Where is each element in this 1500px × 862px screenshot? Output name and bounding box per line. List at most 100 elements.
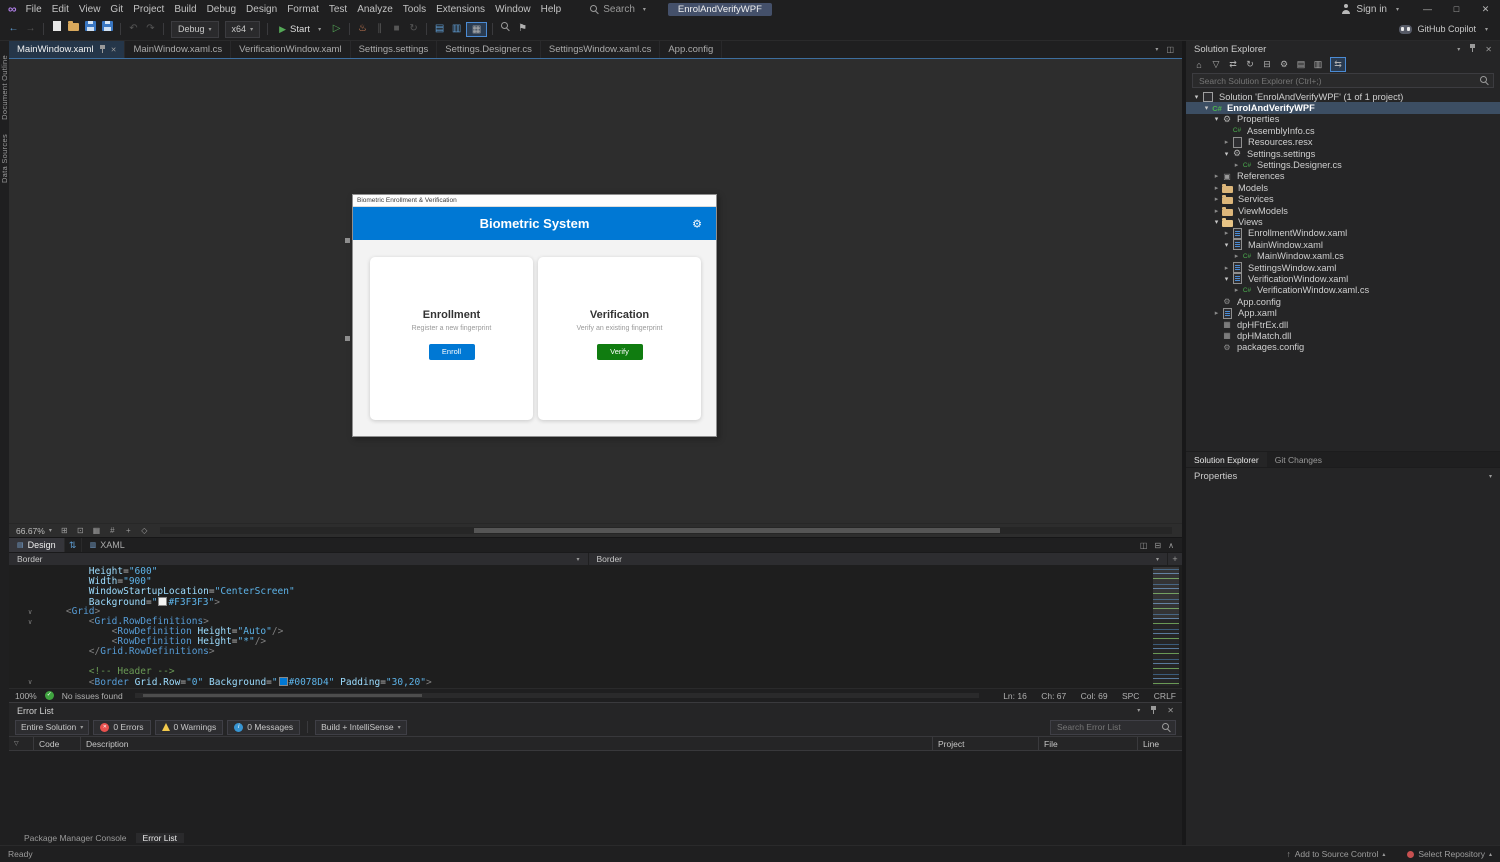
designer-zoom-dropdown[interactable]: 66.67% ▾ — [13, 526, 55, 536]
breadcrumb-right[interactable]: Border ▾ — [589, 553, 1168, 565]
swap-panes-icon[interactable]: ⇅ — [63, 538, 82, 552]
expand-arrow-icon[interactable] — [1222, 275, 1231, 283]
menu-tools[interactable]: Tools — [398, 4, 431, 15]
live-property-explorer-icon[interactable]: ▥ — [449, 21, 464, 37]
save-icon[interactable] — [83, 21, 98, 37]
intellisense-filter-dropdown[interactable]: Build + IntelliSense ▾ — [315, 719, 407, 735]
live-visual-tree-icon[interactable]: ▤ — [432, 21, 447, 37]
menu-file[interactable]: File — [21, 4, 47, 15]
tree-item-properties[interactable]: Properties — [1186, 114, 1500, 125]
menu-project[interactable]: Project — [128, 4, 169, 15]
wpf-window-preview[interactable]: Biometric Enrollment & Verification Biom… — [352, 194, 717, 437]
search-control[interactable]: Search ▾ — [584, 2, 652, 16]
tree-item-dphmatch-dll[interactable]: dpHMatch.dll — [1186, 330, 1500, 341]
tree-item-services[interactable]: Services — [1186, 194, 1500, 205]
git-changes-tab[interactable]: Git Changes — [1267, 452, 1330, 467]
snap-to-grid-icon[interactable]: # — [106, 526, 119, 535]
menu-analyze[interactable]: Analyze — [352, 4, 398, 15]
start-debugging-button[interactable]: ▶ Start ▾ — [273, 24, 327, 35]
expand-arrow-icon[interactable] — [1212, 195, 1221, 203]
doc-tab-mainwindow-xaml[interactable]: MainWindow.xaml ✕ — [9, 41, 126, 58]
close-icon[interactable]: ✕ — [1167, 706, 1174, 715]
pin-icon[interactable] — [1469, 43, 1476, 55]
sign-in-button[interactable]: Sign in ▾ — [1341, 4, 1399, 15]
float-tab-icon[interactable]: ◫ — [1166, 45, 1174, 54]
description-column[interactable]: Description — [81, 737, 933, 750]
error-list-grid[interactable] — [9, 751, 1182, 830]
error-search-input[interactable] — [1055, 721, 1162, 733]
undo-icon[interactable]: ↶ — [126, 21, 141, 37]
tree-item-verificationwindow-cs[interactable]: VerificationWindow.xaml.cs — [1186, 285, 1500, 296]
expand-arrow-icon[interactable] — [1222, 138, 1231, 146]
snap-to-guides-icon[interactable]: + — [122, 526, 135, 535]
properties-panel-header[interactable]: Properties ▾ — [1186, 467, 1500, 485]
solution-platform-dropdown[interactable]: x64 ▾ — [224, 20, 261, 38]
expand-arrow-icon[interactable] — [1202, 104, 1211, 112]
expand-arrow-icon[interactable] — [1212, 115, 1221, 123]
minimize-button[interactable]: — — [1413, 0, 1442, 18]
tree-item-settings[interactable]: Settings.settings — [1186, 148, 1500, 159]
filter-icon[interactable]: ▽ — [1211, 59, 1221, 70]
properties-icon[interactable]: ⚙ — [1279, 59, 1289, 70]
messages-filter-button[interactable]: i 0 Messages — [227, 719, 301, 735]
stop-icon[interactable]: ■ — [389, 21, 404, 37]
expand-arrow-icon[interactable] — [1222, 229, 1231, 237]
show-grid-icon[interactable]: ▦ — [90, 526, 103, 535]
solution-configuration-dropdown[interactable]: Debug ▾ — [171, 20, 219, 38]
menu-view[interactable]: View — [74, 4, 106, 15]
switch-views-icon[interactable]: ⇆ — [1330, 57, 1346, 72]
menu-help[interactable]: Help — [536, 4, 567, 15]
collapse-pane-icon[interactable]: ∧ — [1168, 541, 1174, 550]
doc-tab-app-config[interactable]: App.config — [660, 41, 723, 58]
menu-design[interactable]: Design — [241, 4, 282, 15]
restart-icon[interactable]: ↻ — [406, 21, 421, 37]
verify-button[interactable]: Verify — [596, 344, 643, 360]
add-to-source-control-button[interactable]: ↑ Add to Source Control ▴ — [1286, 849, 1385, 859]
warnings-filter-button[interactable]: 0 Warnings — [154, 719, 224, 735]
start-without-debugging-icon[interactable]: ▷ — [329, 21, 344, 37]
tree-item-settings-designer[interactable]: Settings.Designer.cs — [1186, 159, 1500, 170]
project-column[interactable]: Project — [933, 737, 1039, 750]
enroll-button[interactable]: Enroll — [428, 344, 475, 360]
github-copilot-button[interactable]: GitHub Copilot ▾ — [1399, 24, 1488, 34]
designer-horizontal-scrollbar[interactable] — [159, 527, 1172, 534]
doc-tab-settings-designer-cs[interactable]: Settings.Designer.cs — [437, 41, 541, 58]
open-file-icon[interactable] — [66, 21, 81, 37]
expand-arrow-icon[interactable] — [1192, 93, 1201, 101]
preview-header[interactable]: Biometric System ⚙ — [353, 207, 716, 240]
tree-item-project[interactable]: EnrolAndVerifyWPF — [1186, 102, 1500, 114]
refresh-icon[interactable]: ↻ — [1245, 59, 1255, 70]
settings-gear-icon[interactable]: ⚙ — [692, 217, 702, 230]
editor-horizontal-scrollbar[interactable] — [134, 693, 980, 698]
error-list-search[interactable] — [1050, 719, 1176, 735]
close-icon[interactable]: ✕ — [111, 46, 117, 54]
navigate-forward-icon[interactable]: → — [23, 21, 38, 37]
menu-window[interactable]: Window — [490, 4, 536, 15]
tree-item-models[interactable]: Models — [1186, 182, 1500, 193]
menu-debug[interactable]: Debug — [202, 4, 241, 15]
line-indicator[interactable]: Ln: 16 — [1003, 691, 1027, 701]
tree-item-verificationwindow[interactable]: VerificationWindow.xaml — [1186, 273, 1500, 285]
redo-icon[interactable]: ↷ — [143, 21, 158, 37]
expand-arrow-icon[interactable] — [1212, 309, 1221, 317]
tree-item-views[interactable]: Views — [1186, 216, 1500, 227]
solution-explorer-tab[interactable]: Solution Explorer — [1186, 452, 1267, 467]
tree-item-solution[interactable]: Solution 'EnrolAndVerifyWPF' (1 of 1 pro… — [1186, 91, 1500, 102]
doc-tab-verificationwindow-xaml[interactable]: VerificationWindow.xaml — [231, 41, 351, 58]
tree-item-assemblyinfo[interactable]: AssemblyInfo.cs — [1186, 125, 1500, 136]
save-all-icon[interactable] — [100, 21, 115, 37]
document-outline-tab[interactable]: Document Outline — [0, 55, 9, 120]
xaml-hot-reload-toggle-icon[interactable]: ▦ — [466, 21, 488, 37]
window-position-icon[interactable]: ▾ — [1457, 46, 1460, 53]
error-list-tab[interactable]: Error List — [135, 832, 185, 843]
solution-search-input[interactable] — [1197, 74, 1480, 87]
pin-icon[interactable] — [99, 44, 106, 56]
doc-tab-settingswindow-xaml-cs[interactable]: SettingsWindow.xaml.cs — [541, 41, 661, 58]
tree-item-viewmodels[interactable]: ViewModels — [1186, 205, 1500, 216]
tree-item-packages-config[interactable]: packages.config — [1186, 342, 1500, 353]
xaml-designer-surface[interactable]: Biometric Enrollment & Verification Biom… — [9, 59, 1182, 537]
adorner-handle[interactable] — [345, 336, 350, 341]
home-icon[interactable]: ⌂ — [1194, 60, 1204, 70]
menu-git[interactable]: Git — [105, 4, 128, 15]
xaml-view-tab[interactable]: ▥ XAML — [82, 538, 133, 552]
